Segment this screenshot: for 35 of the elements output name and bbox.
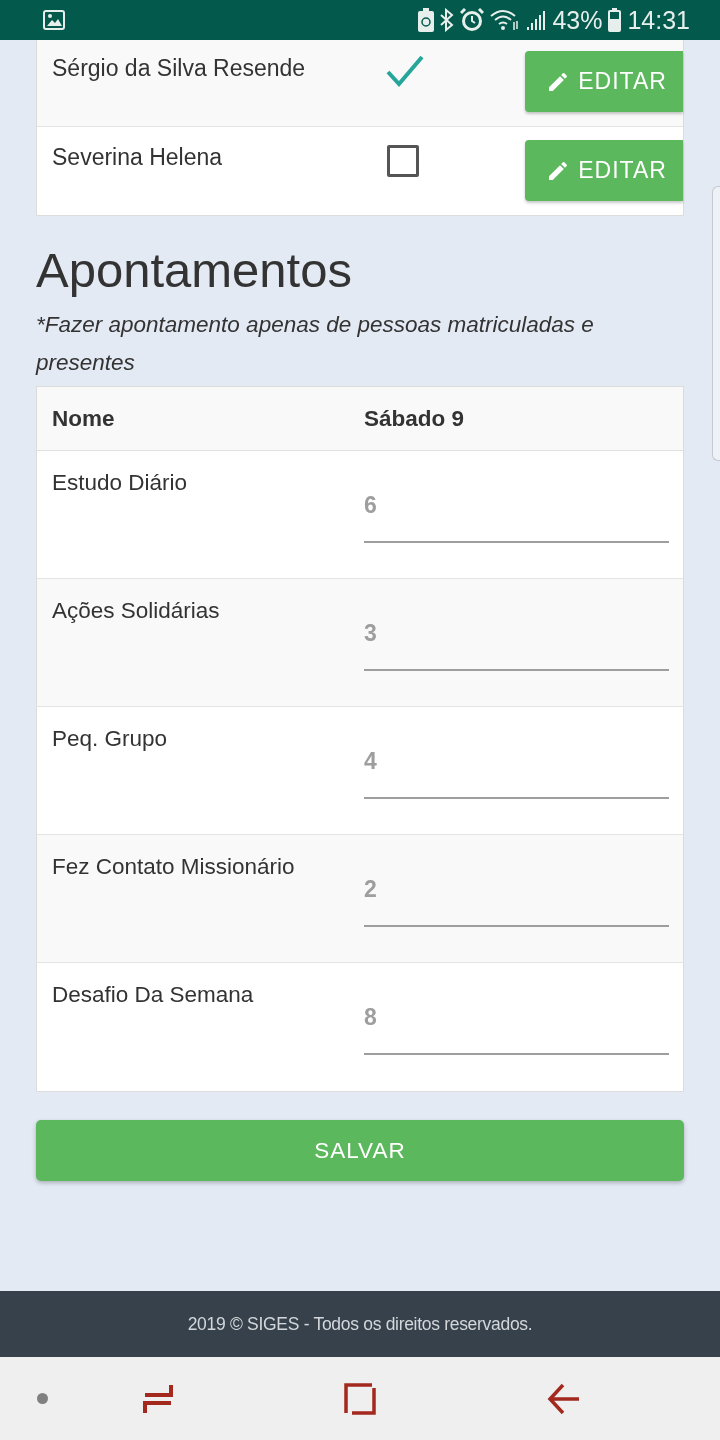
column-header: Sábado 9 — [363, 405, 466, 432]
number-field[interactable]: 8 — [364, 995, 669, 1055]
save-button[interactable]: SALVAR — [36, 1120, 684, 1181]
table-cell-text: Desafio Da Semana — [52, 981, 255, 1009]
edit-button[interactable]: EDITAR — [525, 51, 683, 112]
checkbox[interactable] — [385, 54, 426, 88]
wifi-icon — [490, 9, 521, 31]
number-field[interactable]: 3 — [364, 611, 669, 671]
image-icon — [43, 10, 65, 30]
recent-apps-icon[interactable] — [143, 1382, 173, 1415]
battery-icon — [608, 8, 622, 32]
person-name: Severina Helena — [52, 143, 224, 172]
signal-icon — [526, 9, 547, 31]
number-field[interactable]: 4 — [364, 739, 669, 799]
home-icon[interactable] — [344, 1382, 376, 1415]
section-title: Apontamentos — [36, 242, 353, 298]
alarm-icon — [460, 8, 485, 32]
edit-button[interactable]: EDITAR — [525, 140, 683, 201]
checkbox[interactable] — [387, 145, 420, 177]
bluetooth-icon — [440, 8, 455, 32]
clock-time: 14:31 — [627, 5, 690, 35]
table-cell-text: Ações Solidárias — [52, 597, 221, 625]
person-name: Sérgio da Silva Resende — [52, 54, 307, 83]
note-text: *Fazer apontamento apenas de pessoas matriculadas e presentes — [36, 311, 595, 377]
dot-icon[interactable] — [37, 1393, 48, 1404]
number-field[interactable]: 6 — [364, 483, 669, 543]
table-cell-text: Peq. Grupo — [52, 725, 169, 753]
table-cell-text: Estudo Diário — [52, 469, 189, 497]
table-cell-text: Fez Contato Missionário — [52, 853, 296, 881]
column-header: Nome — [51, 405, 116, 432]
footer-text: 2019 © SIGES - Todos os direitos reservados. — [187, 1313, 533, 1335]
number-field[interactable]: 2 — [364, 867, 669, 927]
back-icon[interactable] — [547, 1382, 581, 1415]
battery-saver-icon — [418, 8, 435, 32]
battery-percent: 43% — [552, 5, 603, 35]
